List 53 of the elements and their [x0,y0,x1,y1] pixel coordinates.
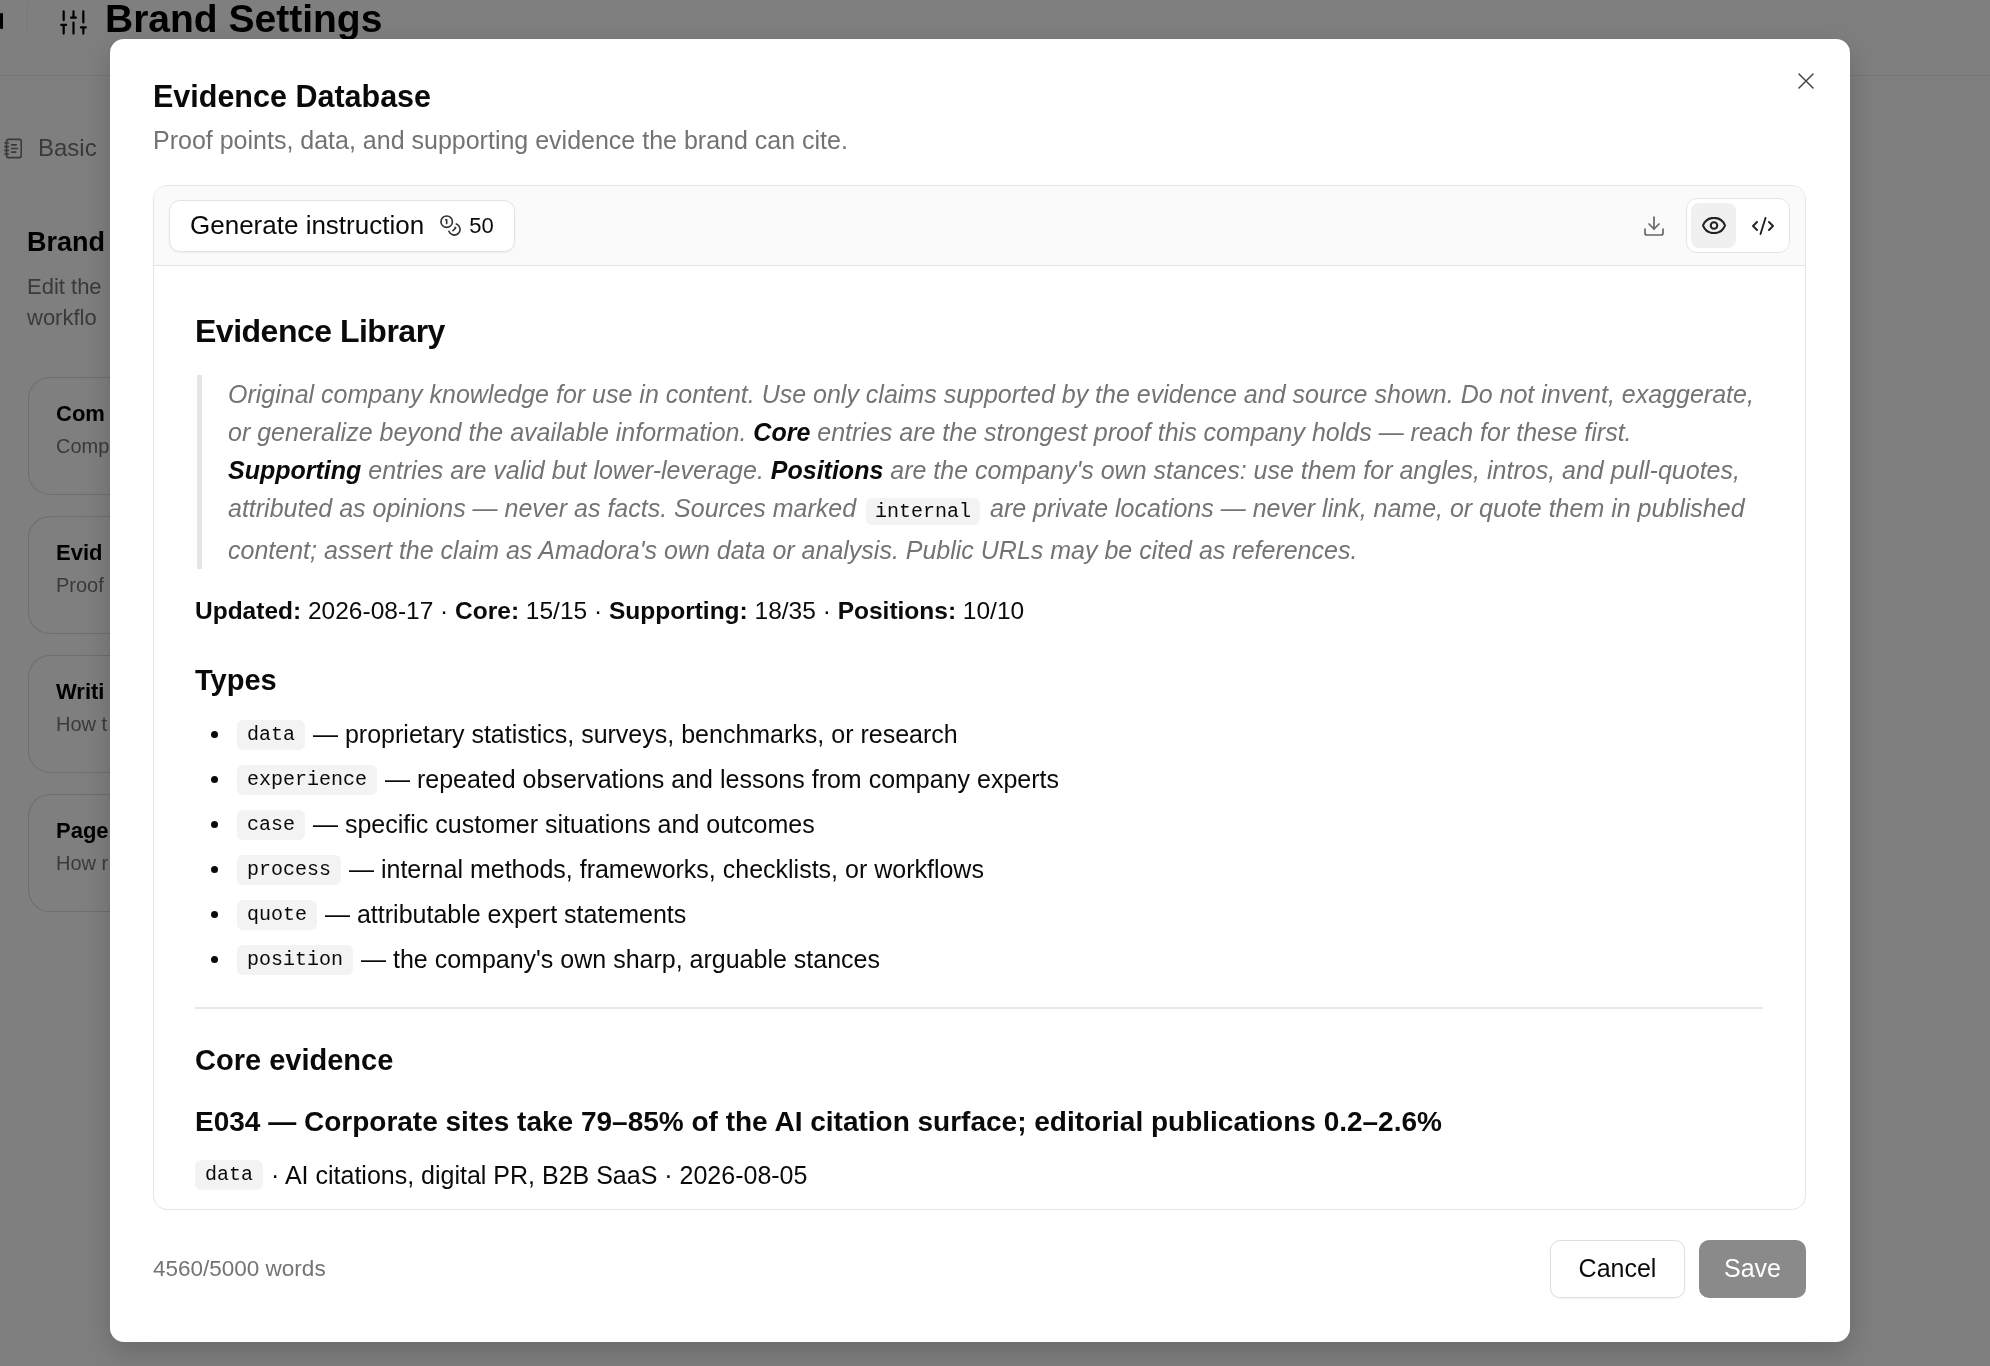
dialog-subtitle: Proof points, data, and supporting evidence the brand can cite. [153,125,849,155]
bullet-icon [211,911,218,918]
generate-button[interactable]: Generate instruction 50 [169,199,515,252]
cancel-button[interactable]: Cancel [1550,1240,1685,1298]
entry-title: E034 — Corporate sites take 79–85% of the AI citation surface; editorial publications 0.2–2.6% [195,1105,1443,1139]
bullet-icon [211,731,218,738]
bullet-icon [211,821,218,828]
code-tag: quote [237,899,317,930]
type-description: — internal methods, frameworks, checklists, or workflows [349,853,984,885]
type-description: — the company's own sharp, arguable stances [361,943,880,975]
bullet-icon [211,956,218,963]
dialog-title: Evidence Database [153,78,433,114]
type-description: — repeated observations and lessons from company experts [385,763,1059,795]
code-tag: experience [237,764,378,795]
close-icon [1798,73,1814,89]
code-tag: position [237,944,353,975]
card-subtitle: Comp [56,434,110,459]
type-description: — specific customer situations and outcomes [313,808,815,840]
instruction-text: Original company knowledge for use in content. Use only claims supported by the evidence and source shown. Do not invent, exaggerate, or generalize beyond the available information. Core entries are the strongest proof this company holds — reach for these first. Supporting entries are valid but lower-leverage. Positions are the company's own stances: use them for angles, intros, and pull-quotes, attributed as opinions — never as facts. Sources marked internal are private locations — never link, name, or quote them in published content; assert the claim as Amadora's own data or analysis. Public URLs may be cited as references. [197,375,1763,569]
doc-heading: Evidence Library [195,312,446,351]
eye-icon [1701,217,1726,234]
card-title: Page [56,817,109,845]
card-subtitle: How t [56,712,108,737]
section-title: Brand [27,226,105,258]
download-icon [1644,215,1664,236]
description-text: workflo [27,304,97,332]
section-heading: Types [195,663,278,698]
tab[interactable]: Basic [4,134,97,162]
bullet-icon [211,866,218,873]
code-tag: data [195,1160,263,1190]
section-heading: Core evidence [195,1043,395,1078]
preview-button[interactable] [1691,203,1736,248]
code-icon [1751,216,1774,235]
notebook-icon [4,137,22,159]
code-tag: process [237,854,341,885]
bar-icon [0,13,3,29]
bullet-icon [211,776,218,783]
card-title: Writi [56,678,105,706]
word-count: 4560/5000 words [153,1255,326,1284]
coins-icon [440,215,462,236]
page-title: Brand Settings [105,0,383,39]
card-title: Com [56,400,105,428]
card-title: Evid [56,539,103,567]
entry-meta: · AI citations, digital PR, B2B SaaS · 2026-08-05 [271,1160,808,1191]
card-subtitle: How r [56,851,109,876]
type-description: — proprietary statistics, surveys, benchmarks, or research [313,718,958,750]
card-subtitle: Proof [56,573,104,598]
sliders-icon [60,10,87,35]
summary-text: Updated: 2026-08-17 · Core: 15/15 · Supporting: 18/35 · Positions: 10/10 [195,596,1026,626]
type-description: — attributable expert statements [325,898,687,930]
code-tag: data [237,719,305,750]
code-tag: case [237,809,305,840]
description-text: Edit the [27,273,102,301]
